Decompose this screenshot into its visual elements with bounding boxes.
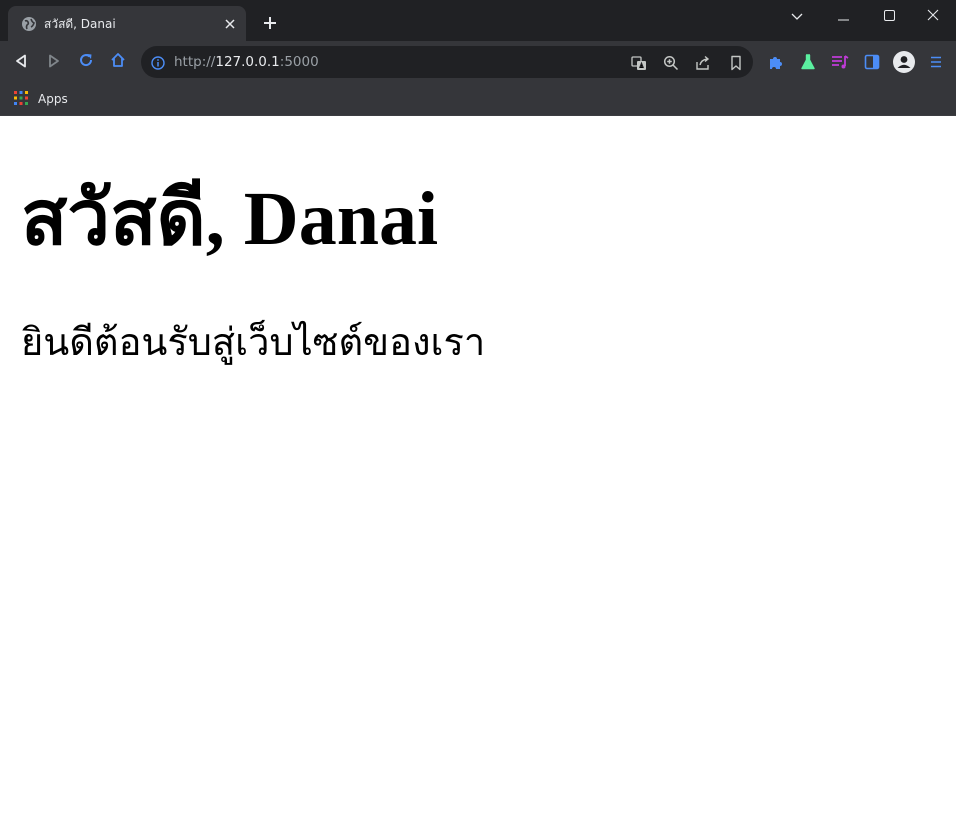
share-icon[interactable]	[694, 54, 712, 72]
back-button[interactable]	[8, 49, 34, 75]
window-close-button[interactable]	[910, 0, 956, 30]
tab-search-button[interactable]	[774, 0, 820, 30]
globe-icon	[21, 16, 37, 32]
menu-icon[interactable]	[925, 51, 947, 73]
reload-icon	[78, 52, 94, 72]
address-bar[interactable]: http://127.0.0.1:5000	[141, 46, 753, 78]
info-icon[interactable]	[149, 54, 167, 72]
page-heading: สวัสดี, Danai	[21, 177, 439, 261]
apps-shortcut[interactable]: Apps	[14, 89, 68, 109]
maximize-button[interactable]	[866, 0, 912, 30]
side-panel-icon[interactable]	[861, 51, 883, 73]
url-port: :5000	[279, 54, 319, 70]
translate-icon[interactable]	[630, 54, 648, 72]
reading-list-icon[interactable]	[829, 51, 851, 73]
minimize-button[interactable]	[820, 0, 866, 30]
url-host: 127.0.0.1	[215, 54, 280, 70]
apps-label: Apps	[38, 92, 68, 106]
zoom-icon[interactable]	[662, 54, 680, 72]
back-icon	[14, 53, 28, 72]
url-text[interactable]: http://127.0.0.1:5000	[174, 54, 319, 70]
maximize-icon	[883, 6, 895, 25]
new-tab-button[interactable]	[258, 12, 282, 36]
flask-icon[interactable]	[797, 51, 819, 73]
plus-icon	[263, 15, 277, 34]
reload-button[interactable]	[73, 49, 99, 75]
profile-icon[interactable]	[893, 51, 915, 73]
forward-button[interactable]	[41, 49, 67, 75]
puzzle-icon[interactable]	[765, 51, 787, 73]
home-icon	[110, 52, 126, 72]
url-scheme: http://	[174, 54, 216, 70]
forward-icon	[47, 53, 61, 72]
welcome-text: ยินดีต้อนรับสู่เว็บไซต์ของเรา	[21, 322, 486, 364]
browser-tab[interactable]: สวัสดี, Danai	[8, 6, 246, 41]
page-content: สวัสดี, Danai ยินดีต้อนรับสู่เว็บไซต์ของ…	[0, 116, 956, 819]
close-icon	[927, 6, 939, 25]
title-bar: สวัสดี, Danai	[0, 0, 956, 41]
chevron-down-icon	[791, 6, 803, 25]
bookmark-icon[interactable]	[727, 54, 745, 72]
apps-grid-icon	[14, 90, 28, 109]
bookmarks-bar: Apps	[0, 83, 956, 116]
tab-title: สวัสดี, Danai	[44, 17, 116, 31]
minimize-icon	[837, 6, 849, 25]
home-button[interactable]	[105, 49, 131, 75]
close-icon[interactable]	[220, 14, 240, 34]
